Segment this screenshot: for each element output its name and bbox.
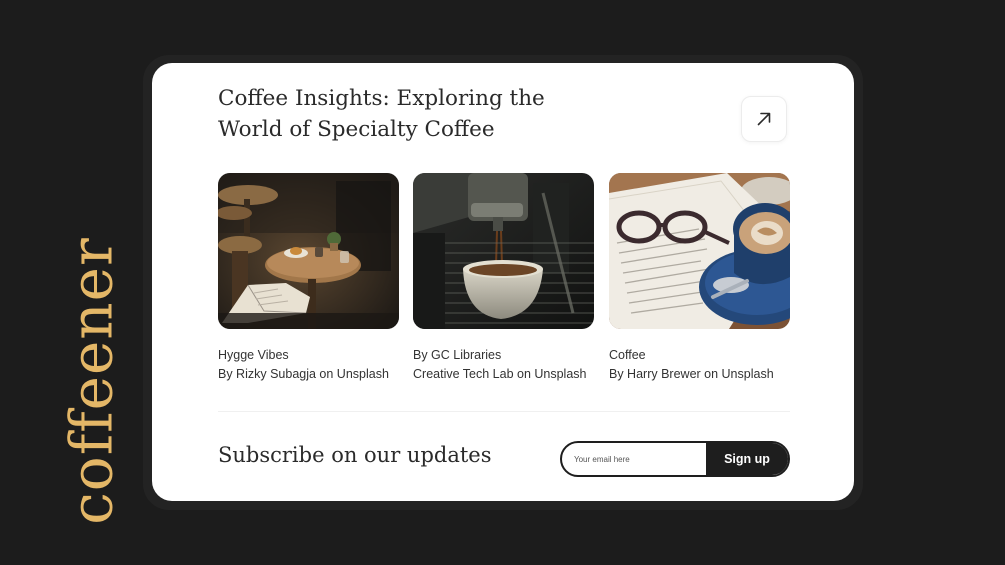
card-title-line-2: World of Specialty Coffee <box>218 117 495 142</box>
subscribe-title: Subscribe on our updates <box>218 443 492 467</box>
gallery-image-espresso-machine[interactable] <box>413 173 594 329</box>
email-input[interactable] <box>562 443 706 475</box>
brand-name: coffeener <box>58 236 127 525</box>
gallery-caption-credit: By Rizky Subagja on Unsplash <box>218 367 389 381</box>
gallery-caption-credit: Creative Tech Lab on Unsplash <box>413 367 587 381</box>
card-title-line-1: Coffee Insights: Exploring the <box>218 86 545 111</box>
arrow-up-right-icon <box>757 112 771 126</box>
sign-up-button[interactable]: Sign up <box>706 443 788 475</box>
gallery-caption-title: Hygge Vibes <box>218 348 289 362</box>
gallery-image-cafe-tables[interactable] <box>218 173 399 329</box>
gallery-caption-title: By GC Libraries <box>413 348 502 362</box>
gallery-caption-title: Coffee <box>609 348 646 362</box>
gallery-caption-3: Coffee By Harry Brewer on Unsplash <box>609 346 799 384</box>
gallery-caption-2: By GC Libraries Creative Tech Lab on Uns… <box>413 346 603 384</box>
gallery-image-coffee-cup[interactable] <box>609 173 790 329</box>
brand-logo: coffeener <box>52 237 132 524</box>
open-article-button[interactable] <box>741 96 787 142</box>
subscribe-form: Sign up <box>560 441 790 477</box>
divider <box>218 411 790 412</box>
gallery-caption-credit: By Harry Brewer on Unsplash <box>609 367 774 381</box>
insights-card: Coffee Insights: Exploring the World of … <box>152 63 854 501</box>
gallery-caption-1: Hygge Vibes By Rizky Subagja on Unsplash <box>218 346 408 384</box>
card-title: Coffee Insights: Exploring the World of … <box>218 83 548 145</box>
